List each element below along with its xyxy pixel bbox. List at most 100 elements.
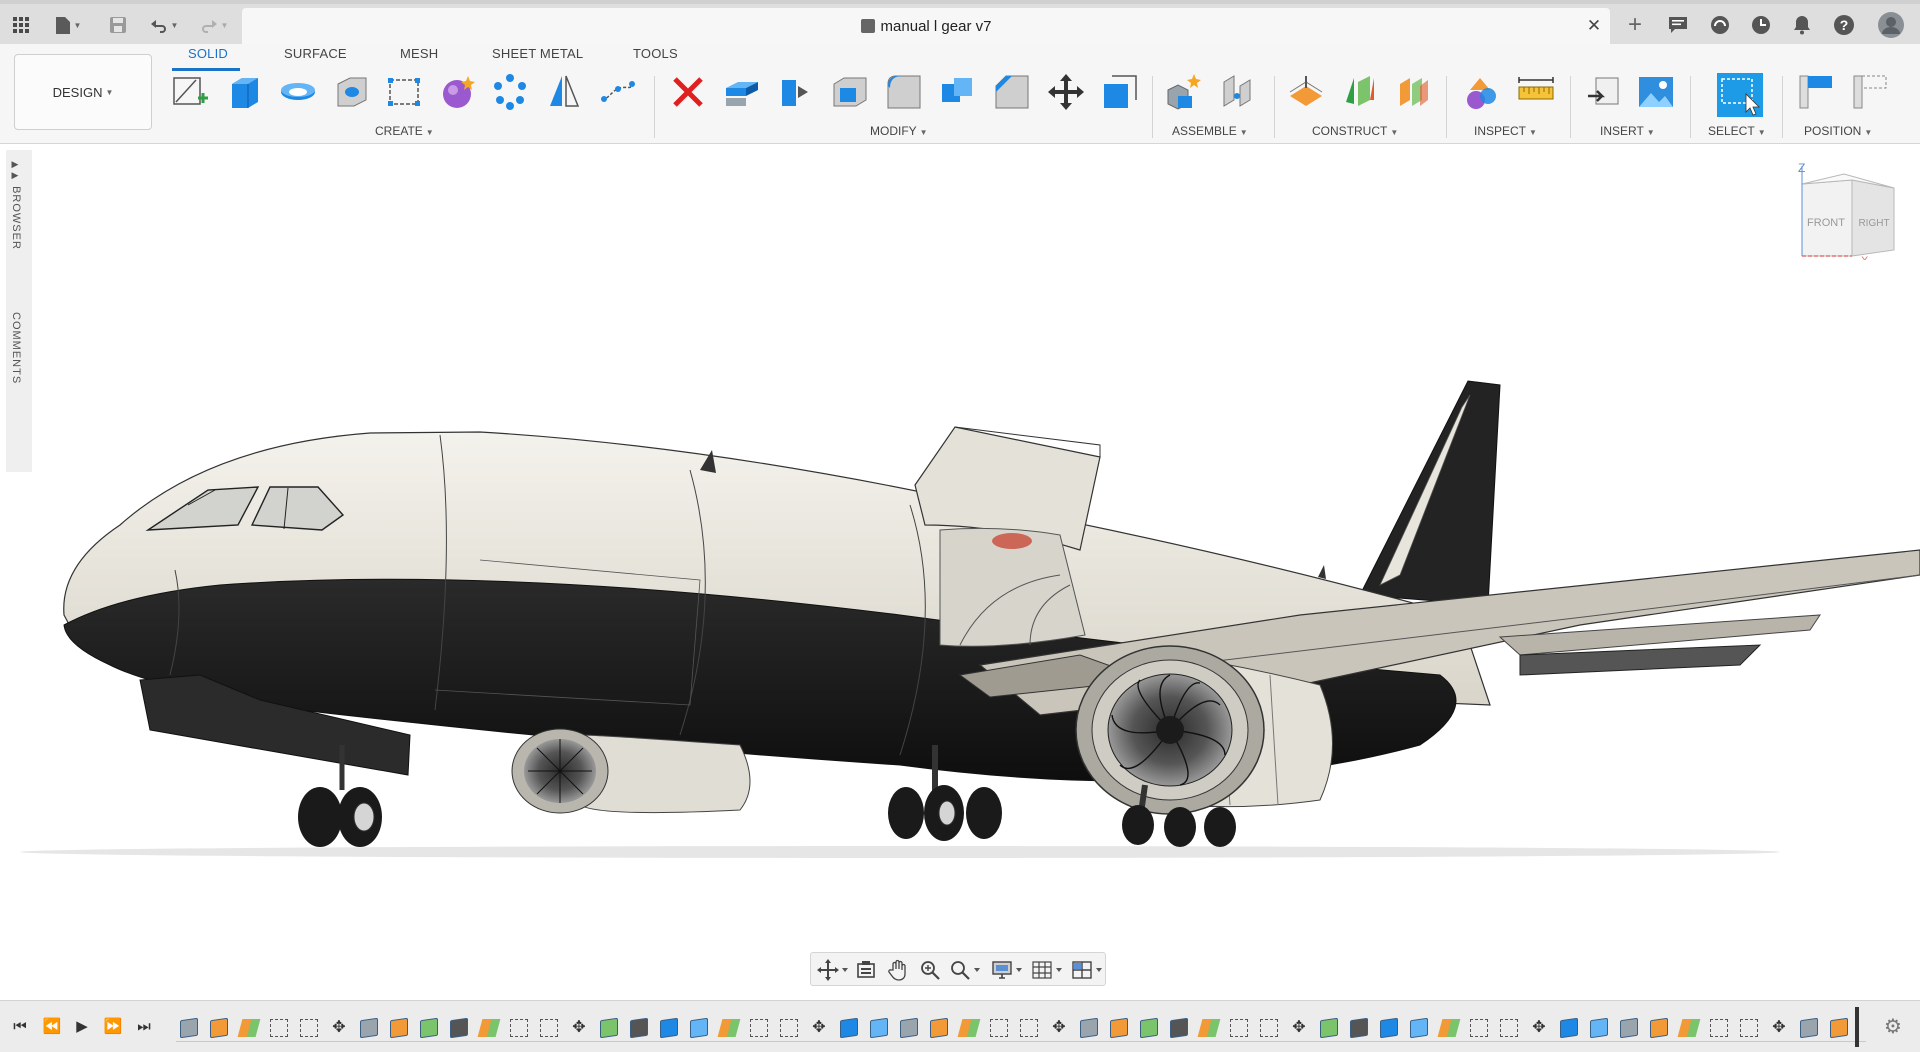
assemble-group-menu[interactable]: ASSEMBLE ▼ [1172,124,1248,138]
grid-snaps-icon[interactable] [1031,959,1063,981]
timeline-feature-icon[interactable] [1230,1019,1248,1037]
timeline-feature-icon[interactable] [1830,1017,1848,1039]
go-to-start-button[interactable]: ⏮ [10,1017,30,1037]
press-pull-icon[interactable] [722,72,762,112]
timeline-feature-icon[interactable] [1350,1017,1368,1039]
select-icon[interactable] [1716,72,1764,118]
hole-icon[interactable] [332,72,372,112]
timeline-feature-icon[interactable] [690,1017,708,1039]
select-group-menu[interactable]: SELECT ▼ [1708,124,1766,138]
mirror-icon[interactable] [544,72,584,112]
timeline-feature-icon[interactable] [1197,1019,1221,1037]
new-tab-icon[interactable]: + [1622,10,1648,40]
timeline-feature-icon[interactable]: ✥ [330,1019,348,1037]
timeline-feature-icon[interactable] [1590,1017,1608,1039]
timeline-feature-icon[interactable] [1500,1019,1518,1037]
timeline-feature-icon[interactable] [870,1017,888,1039]
step-back-button[interactable]: ⏪ [42,1017,62,1037]
position-group-menu[interactable]: POSITION ▼ [1804,124,1872,138]
revert-position-icon[interactable] [1850,72,1890,112]
workspace-switcher[interactable]: DESIGN ▼ [14,54,152,130]
new-component-icon[interactable] [1164,72,1204,112]
delete-icon[interactable] [668,72,708,112]
plane-at-angle-icon[interactable] [1340,72,1380,112]
timeline-feature-icon[interactable] [1410,1017,1428,1039]
timeline-feature-icon[interactable]: ✥ [1770,1019,1788,1037]
timeline-feature-icon[interactable] [237,1019,261,1037]
circular-pattern-icon[interactable] [490,72,530,112]
help-icon[interactable]: ? [1830,10,1858,40]
timeline-feature-icon[interactable]: ✥ [1530,1019,1548,1037]
timeline-feature-icon[interactable] [450,1017,468,1039]
fit-icon[interactable] [949,959,981,981]
tab-surface[interactable]: SURFACE [284,46,347,68]
combine-icon[interactable] [938,72,978,112]
view-cube-right[interactable]: RIGHT [1858,218,1889,229]
profile-icon[interactable] [1874,10,1908,40]
pipe-icon[interactable] [598,72,638,112]
timeline-feature-icon[interactable] [210,1017,228,1039]
pan-icon[interactable] [887,959,909,981]
timeline-feature-icon[interactable] [300,1019,318,1037]
timeline-feature-icon[interactable] [660,1017,678,1039]
document-tab[interactable]: manual l gear v7 ✕ [242,8,1610,48]
timeline-feature-icon[interactable] [510,1019,528,1037]
timeline-feature-icon[interactable] [390,1017,408,1039]
timeline-feature-icon[interactable] [1260,1019,1278,1037]
midplane-icon[interactable] [1394,72,1434,112]
scale-icon[interactable] [1100,72,1140,112]
orbit-icon[interactable] [817,959,849,981]
extensions-icon[interactable] [1706,10,1734,40]
timeline-feature-icon[interactable] [990,1019,1008,1037]
timeline-feature-icon[interactable] [600,1017,618,1039]
tab-sheet-metal[interactable]: SHEET METAL [492,46,583,68]
timeline-feature-icon[interactable]: ✥ [1290,1019,1308,1037]
timeline-feature-icon[interactable] [1140,1017,1158,1039]
step-forward-button[interactable]: ⏩ [103,1017,123,1037]
timeline-feature-icon[interactable] [630,1017,648,1039]
redo-button[interactable]: ▼ [196,10,232,40]
timeline-feature-icon[interactable] [1800,1017,1818,1039]
fillet-icon[interactable] [884,72,924,112]
shell-icon[interactable] [830,72,870,112]
timeline-feature-icon[interactable] [750,1019,768,1037]
revolve-icon[interactable] [278,72,318,112]
offset-plane-icon[interactable] [1286,72,1326,112]
timeline-feature-icon[interactable] [900,1017,918,1039]
timeline-feature-icon[interactable] [420,1017,438,1039]
interference-icon[interactable] [1462,72,1502,112]
inspect-group-menu[interactable]: INSPECT ▼ [1474,124,1537,138]
timeline-feature-icon[interactable] [360,1017,378,1039]
apps-grid-icon[interactable] [8,10,34,40]
close-tab-button[interactable]: ✕ [1584,16,1604,36]
timeline-marker[interactable] [1855,1007,1859,1047]
job-status-icon[interactable] [1747,10,1775,40]
zoom-icon[interactable] [919,959,941,981]
timeline-feature-icon[interactable] [1110,1017,1128,1039]
comments-panel-toggle[interactable]: COMMENTS [10,312,22,384]
browser-panel-toggle[interactable]: ▶▶ BROWSER [10,160,22,250]
create-sketch-icon[interactable] [170,72,210,112]
timeline-feature-icon[interactable] [1677,1019,1701,1037]
move-copy-icon[interactable] [1046,72,1086,112]
rectangular-pattern-icon[interactable] [384,72,424,112]
modify-group-menu[interactable]: MODIFY ▼ [870,124,928,138]
tab-tools[interactable]: TOOLS [633,46,678,68]
timeline-feature-icon[interactable] [1650,1017,1668,1039]
timeline-feature-icon[interactable] [780,1019,798,1037]
timeline-feature-icon[interactable] [477,1019,501,1037]
construct-group-menu[interactable]: CONSTRUCT ▼ [1312,124,1398,138]
timeline-feature-icon[interactable]: ✥ [1050,1019,1068,1037]
tab-mesh[interactable]: MESH [400,46,438,68]
timeline-feature-icon[interactable] [540,1019,558,1037]
create-form-icon[interactable] [438,72,478,112]
capture-position-icon[interactable] [1796,72,1836,112]
timeline-settings-icon[interactable]: ⚙ [1882,1016,1904,1038]
timeline-feature-icon[interactable] [1470,1019,1488,1037]
timeline-feature-icon[interactable] [1380,1017,1398,1039]
airplane-model[interactable] [0,145,1920,985]
joint-icon[interactable] [1218,72,1258,112]
timeline-feature-icon[interactable] [717,1019,741,1037]
view-cube[interactable]: FRONT RIGHT Z X [1790,160,1900,267]
look-at-icon[interactable] [855,959,877,981]
